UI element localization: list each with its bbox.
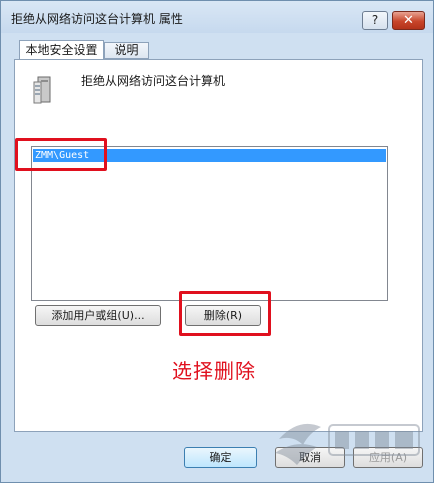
window-title: 拒绝从网络访问这台计算机 属性 xyxy=(11,12,183,26)
title-bar[interactable]: 拒绝从网络访问这台计算机 属性 ? ✕ xyxy=(1,1,433,33)
watermark-logo xyxy=(275,423,420,465)
close-button[interactable]: ✕ xyxy=(392,11,425,30)
annotation-label: 选择删除 xyxy=(172,359,256,383)
ok-button[interactable]: 确定 xyxy=(184,447,257,468)
annotation-highlight-user xyxy=(15,138,107,171)
properties-dialog: 拒绝从网络访问这台计算机 属性 ? ✕ 本地安全设置 说明 拒绝从网络访问这台计… xyxy=(0,0,434,483)
tab-local-security-setting[interactable]: 本地安全设置 xyxy=(19,40,104,60)
help-button[interactable]: ? xyxy=(362,11,388,30)
server-icon xyxy=(33,76,51,104)
policy-name: 拒绝从网络访问这台计算机 xyxy=(81,74,226,88)
tab-explain[interactable]: 说明 xyxy=(104,42,149,59)
add-user-or-group-button[interactable]: 添加用户或组(U)... xyxy=(35,305,161,326)
annotation-highlight-remove xyxy=(179,291,271,336)
